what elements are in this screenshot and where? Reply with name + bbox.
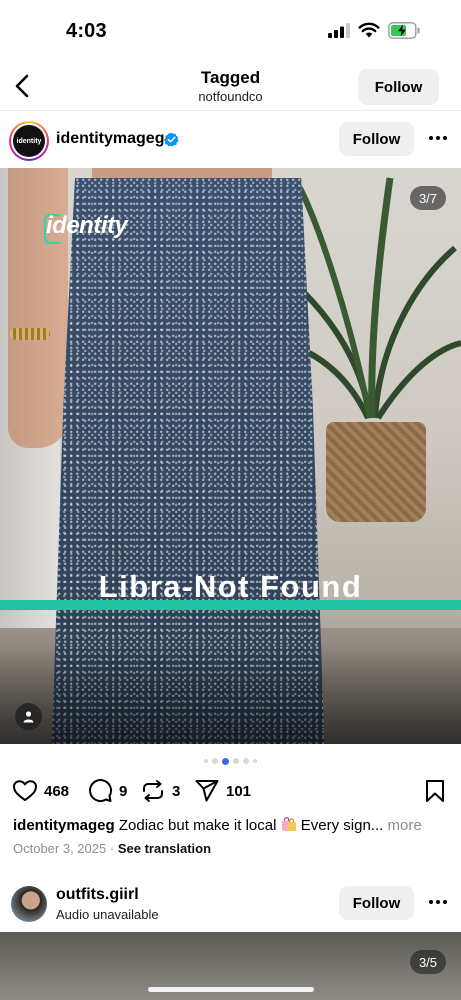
next-post-audio-status: Audio unavailable bbox=[56, 907, 159, 922]
carousel-dot bbox=[212, 758, 218, 764]
repost-count: 3 bbox=[172, 782, 181, 800]
next-post-follow-button[interactable]: Follow bbox=[339, 886, 414, 920]
next-post-username[interactable]: outfits.giirl bbox=[56, 886, 139, 904]
meta-separator: · bbox=[109, 841, 115, 856]
carousel-counter: 3/7 bbox=[410, 186, 446, 210]
model-arm bbox=[8, 168, 68, 448]
cellular-signal-icon bbox=[328, 23, 350, 38]
next-post-header: outfits.giirl Audio unavailable Follow bbox=[0, 880, 461, 932]
see-translation-link[interactable]: See translation bbox=[118, 841, 211, 856]
post-follow-button[interactable]: Follow bbox=[339, 122, 414, 156]
share-button[interactable]: 101 bbox=[194, 778, 251, 804]
more-horizontal-icon bbox=[429, 900, 447, 904]
next-post-more-button[interactable] bbox=[424, 890, 452, 914]
more-options-button[interactable] bbox=[424, 126, 452, 150]
carousel-dot bbox=[204, 759, 208, 763]
bookmark-icon[interactable] bbox=[422, 778, 448, 804]
avatar[interactable] bbox=[11, 886, 47, 922]
post-caption[interactable]: identitymageg Zodiac but make it local E… bbox=[13, 816, 453, 834]
next-post-carousel-counter: 3/5 bbox=[410, 950, 446, 974]
like-button[interactable]: 468 bbox=[12, 778, 69, 804]
repost-icon bbox=[143, 780, 163, 802]
post-username[interactable]: identitymageg bbox=[56, 130, 164, 148]
caption-text: Zodiac but make it local bbox=[118, 817, 277, 834]
status-bar: 4:03 bbox=[0, 0, 461, 60]
brand-watermark: identity bbox=[46, 212, 128, 239]
caption-more-link[interactable]: more bbox=[387, 817, 421, 834]
carousel-dot bbox=[233, 758, 239, 764]
post-meta: October 3, 2025 · See translation bbox=[13, 841, 211, 856]
repost-button[interactable]: 3 bbox=[140, 778, 180, 804]
plant-pot-image bbox=[326, 422, 426, 522]
verified-badge-icon bbox=[164, 132, 179, 147]
comment-button[interactable]: 9 bbox=[87, 778, 127, 804]
status-time: 4:03 bbox=[66, 20, 107, 42]
avatar-logo: identity bbox=[13, 125, 45, 157]
battery-charging-icon bbox=[388, 22, 420, 39]
send-icon bbox=[195, 780, 219, 802]
home-indicator[interactable] bbox=[148, 987, 314, 992]
tagged-users-button[interactable] bbox=[15, 703, 42, 730]
more-horizontal-icon bbox=[429, 136, 447, 140]
comment-icon bbox=[89, 779, 113, 803]
carousel-dot-active bbox=[222, 757, 229, 765]
person-icon bbox=[23, 711, 34, 723]
post-actions: 468 9 3 101 bbox=[0, 774, 461, 808]
caption-text-continued: Every sign... bbox=[300, 817, 384, 834]
comment-count: 9 bbox=[119, 782, 128, 800]
heart-icon bbox=[13, 780, 37, 801]
shopping-bags-icon bbox=[281, 816, 296, 831]
carousel-dots bbox=[0, 757, 461, 765]
post-media-carousel[interactable]: identity 3/7 Libra-Not Found bbox=[0, 168, 461, 744]
caption-username[interactable]: identitymageg bbox=[13, 817, 115, 834]
carousel-dot bbox=[243, 758, 249, 764]
top-nav-header: Tagged notfoundco Follow bbox=[0, 60, 461, 110]
overlay-title: Libra-Not Found bbox=[98, 569, 363, 604]
header-follow-button[interactable]: Follow bbox=[358, 69, 439, 105]
share-count: 101 bbox=[226, 782, 252, 800]
header-divider bbox=[0, 110, 461, 111]
post-header: identity identitymageg Follow bbox=[0, 112, 461, 168]
post-date: October 3, 2025 bbox=[13, 841, 107, 856]
carousel-dot bbox=[253, 759, 257, 763]
bracelet-image bbox=[10, 328, 50, 340]
wifi-icon bbox=[358, 22, 380, 38]
like-count: 468 bbox=[44, 782, 70, 800]
avatar[interactable]: identity bbox=[9, 121, 49, 161]
